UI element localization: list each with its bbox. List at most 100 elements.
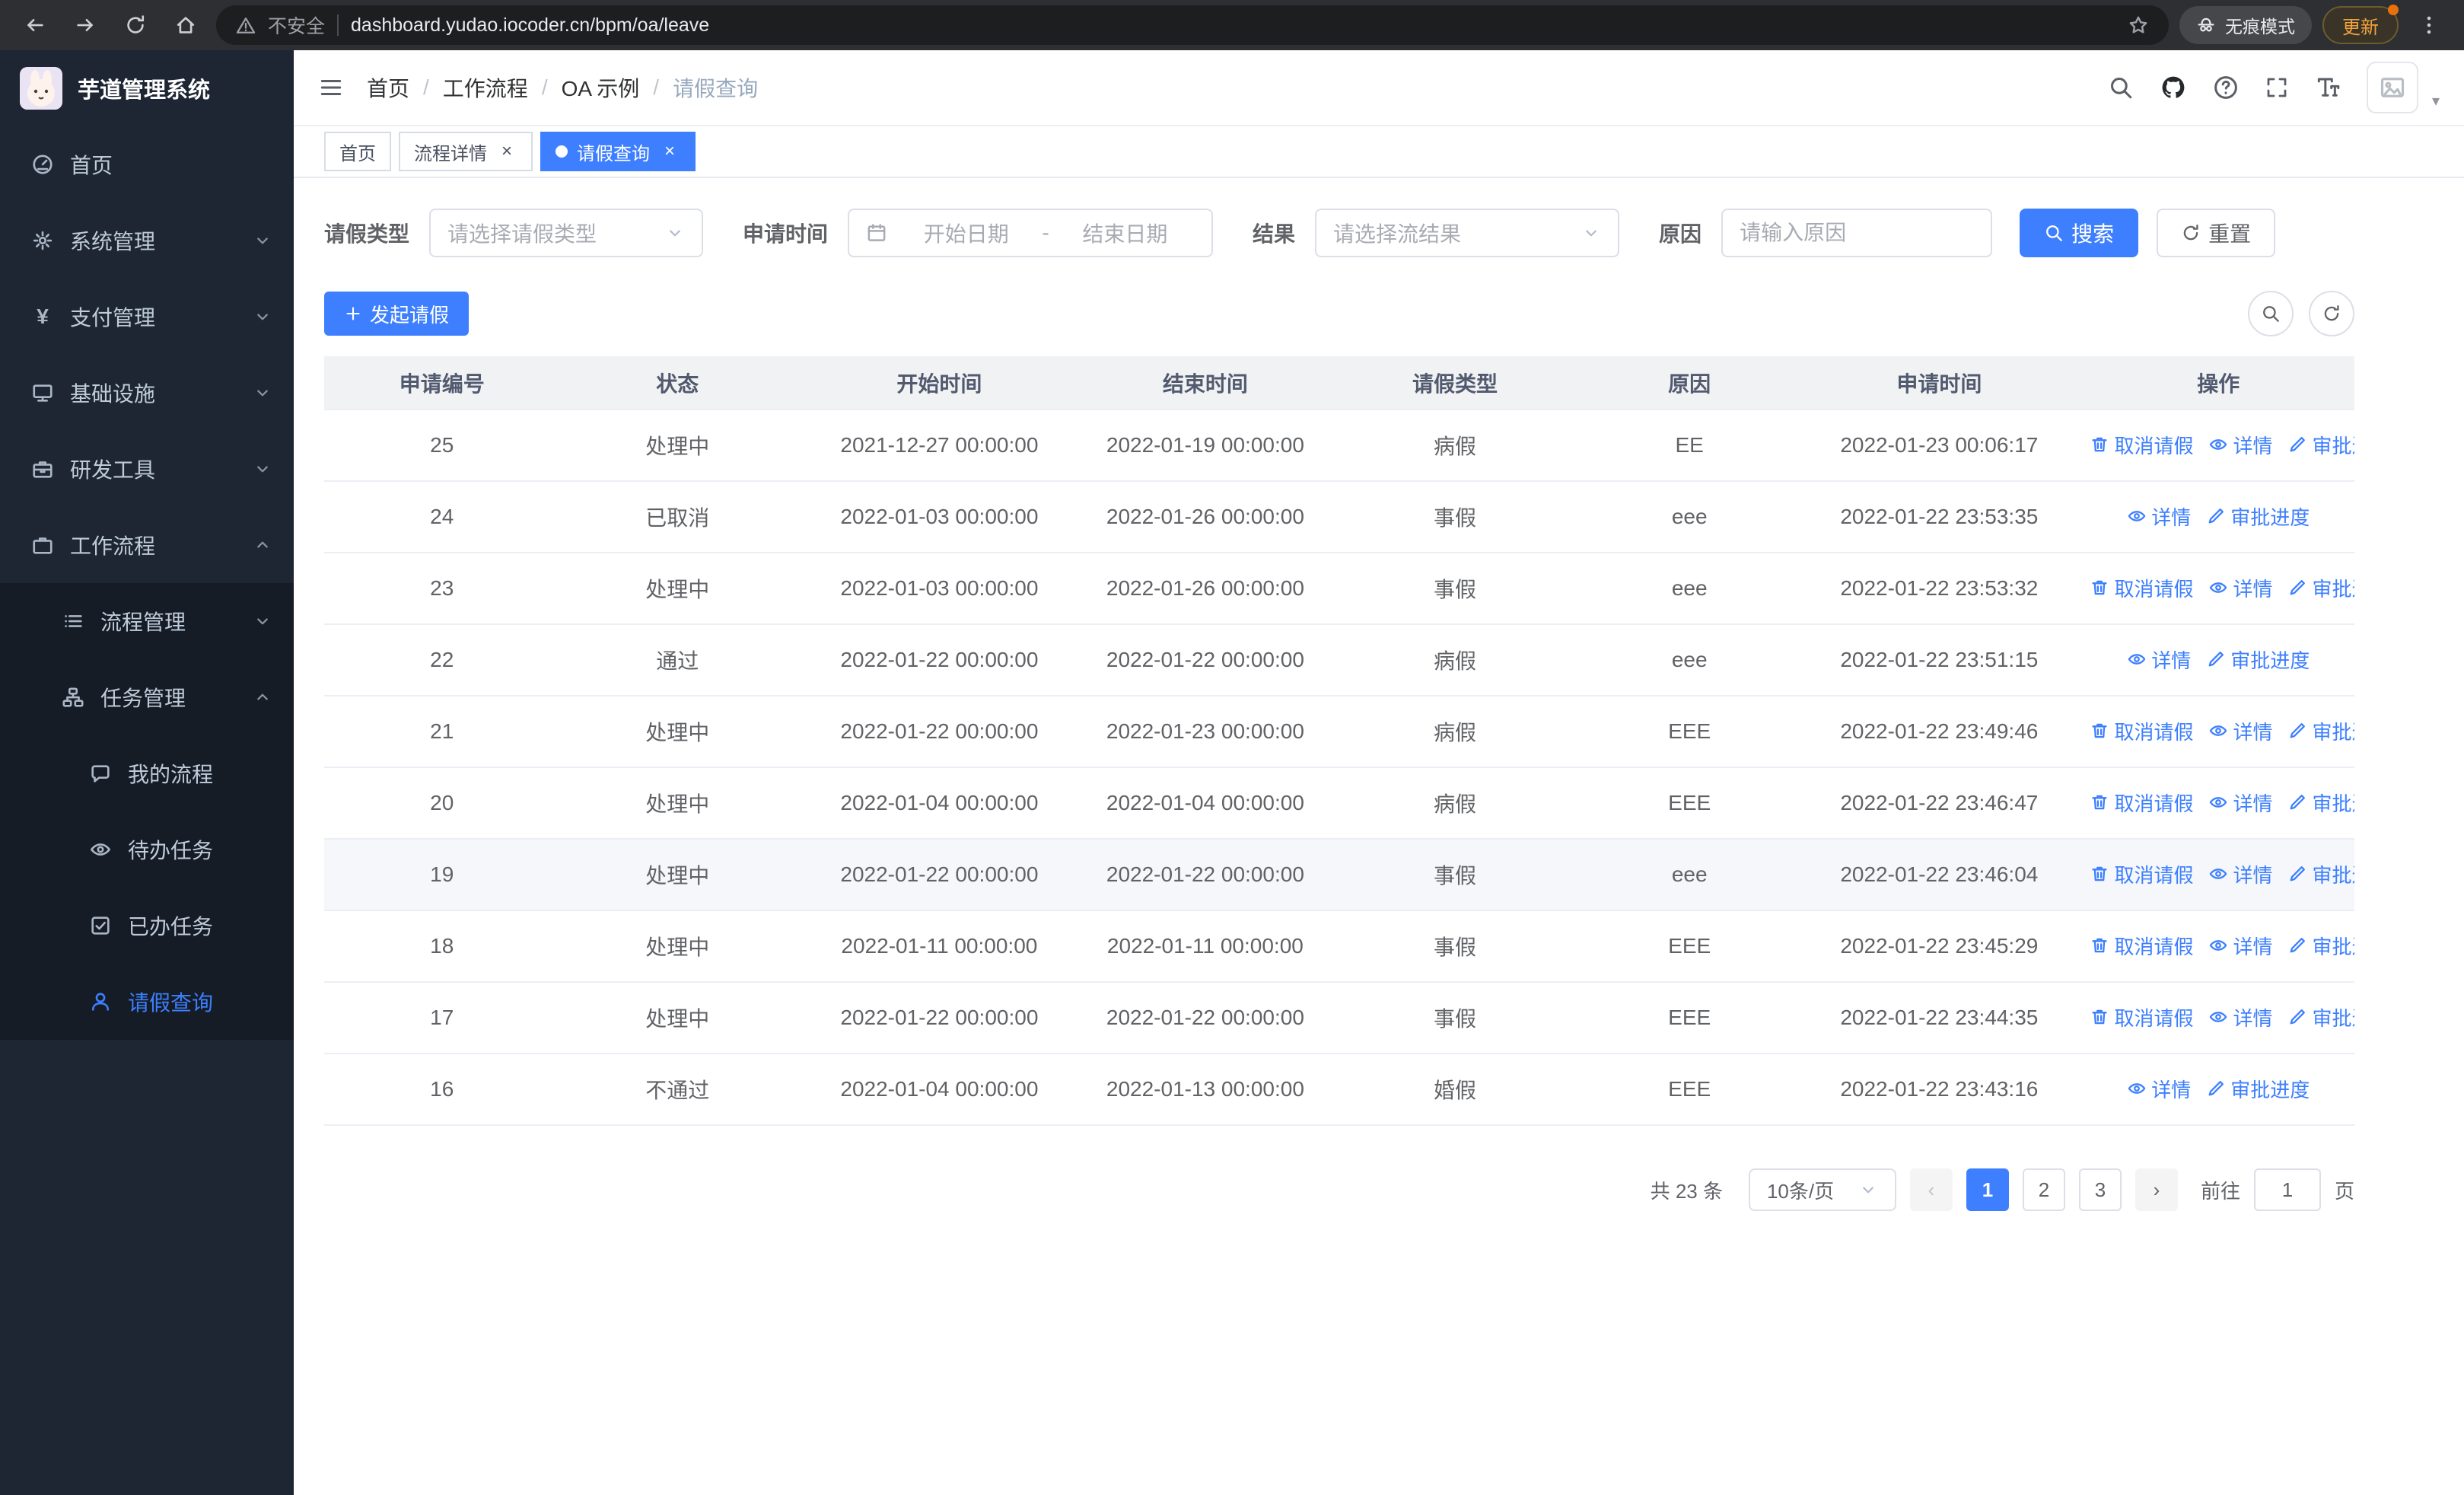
close-tab-icon[interactable]: × (659, 141, 680, 162)
action-detail-link[interactable]: 详情 (2208, 789, 2272, 817)
action-progress-link[interactable]: 审批进度 (2206, 1075, 2310, 1103)
breadcrumb: 首页 / 工作流程 / OA 示例 / 请假查询 (367, 72, 758, 103)
leave-type-select[interactable]: 请选择请假类型 (429, 209, 704, 257)
action-progress-link[interactable]: 审批进度 (2287, 717, 2354, 745)
sidebar-item-dev-tools[interactable]: 研发工具 (0, 431, 294, 507)
tab-process-detail[interactable]: 流程详情 × (399, 132, 533, 171)
browser-home-icon[interactable] (166, 5, 205, 45)
create-leave-button[interactable]: 发起请假 (324, 292, 470, 336)
page-1-button[interactable]: 1 (1966, 1168, 2009, 1211)
tab-home[interactable]: 首页 (324, 132, 391, 171)
sidebar-item-todo-tasks[interactable]: 待办任务 (0, 811, 294, 888)
chevron-down-icon (253, 231, 272, 250)
search-button[interactable]: 搜索 (2020, 209, 2139, 257)
cell-start_time: 2022-01-22 00:00:00 (794, 982, 1084, 1054)
action-progress-link[interactable]: 审批进度 (2287, 1003, 2354, 1031)
browser-back-icon[interactable] (15, 5, 55, 45)
action-detail-link[interactable]: 详情 (2208, 1003, 2272, 1031)
action-progress-link[interactable]: 审批进度 (2206, 645, 2310, 674)
cell-status: 处理中 (559, 839, 795, 911)
browser-forward-icon[interactable] (65, 5, 105, 45)
next-page-button[interactable]: › (2135, 1168, 2178, 1211)
tab-leave-query[interactable]: 请假查询 × (540, 132, 696, 171)
close-tab-icon[interactable]: × (496, 141, 517, 162)
refresh-table-button[interactable] (2309, 291, 2354, 336)
action-cancel-link[interactable]: 取消请假 (2090, 431, 2193, 459)
sidebar-item-done-tasks[interactable]: 已办任务 (0, 888, 294, 964)
apply-time-range-picker[interactable]: 开始日期 - 结束日期 (848, 209, 1214, 257)
breadcrumb-item[interactable]: 工作流程 (443, 72, 528, 103)
action-progress-link[interactable]: 审批进度 (2287, 789, 2354, 817)
sidebar-item-workflow[interactable]: 工作流程 (0, 507, 294, 583)
bookmark-star-icon[interactable] (2128, 14, 2149, 36)
action-cancel-link[interactable]: 取消请假 (2090, 1003, 2193, 1031)
sidebar-item-process-management[interactable]: 流程管理 (0, 583, 294, 659)
action-cancel-link[interactable]: 取消请假 (2090, 574, 2193, 602)
cell-reason: eee (1583, 553, 1797, 625)
sidebar-item-my-process[interactable]: 我的流程 (0, 735, 294, 811)
reason-input[interactable] (1721, 209, 1993, 257)
action-progress-link[interactable]: 审批进度 (2287, 932, 2354, 960)
page-3-button[interactable]: 3 (2078, 1168, 2122, 1211)
breadcrumb-item[interactable]: 首页 (367, 72, 409, 103)
page-2-button[interactable]: 2 (2022, 1168, 2065, 1211)
toggle-search-button[interactable] (2248, 291, 2294, 336)
browser-menu-icon[interactable] (2409, 5, 2449, 45)
page-size-select[interactable]: 10条/页 (1748, 1168, 1896, 1211)
cell-start_time: 2022-01-03 00:00:00 (794, 481, 1084, 553)
collapse-sidebar-icon[interactable] (318, 75, 344, 100)
sidebar-item-task-management[interactable]: 任务管理 (0, 659, 294, 735)
action-detail-link[interactable]: 详情 (2208, 932, 2272, 960)
cell-id: 18 (324, 910, 560, 983)
help-icon[interactable] (2213, 75, 2239, 100)
reset-button[interactable]: 重置 (2157, 209, 2276, 257)
action-cancel-link[interactable]: 取消请假 (2090, 860, 2193, 888)
action-detail-link[interactable]: 详情 (2127, 1075, 2191, 1103)
avatar[interactable] (2366, 62, 2418, 113)
fullscreen-icon[interactable] (2265, 75, 2289, 100)
font-size-icon[interactable] (2315, 75, 2341, 100)
column-header-actions: 操作 (2082, 356, 2354, 410)
sidebar-item-system[interactable]: 系统管理 (0, 202, 294, 279)
github-icon[interactable] (2160, 74, 2187, 101)
cell-id: 22 (324, 624, 560, 696)
prev-page-button[interactable]: ‹ (1909, 1168, 1953, 1211)
security-warning-icon (236, 15, 256, 35)
breadcrumb-item: 请假查询 (673, 77, 759, 100)
action-cancel-link[interactable]: 取消请假 (2090, 717, 2193, 745)
search-icon (2261, 304, 2281, 324)
search-icon[interactable] (2108, 75, 2134, 100)
cell-id: 21 (324, 696, 560, 768)
action-detail-link[interactable]: 详情 (2127, 502, 2191, 531)
action-cancel-link[interactable]: 取消请假 (2090, 789, 2193, 817)
action-detail-link[interactable]: 详情 (2208, 860, 2272, 888)
action-detail-link[interactable]: 详情 (2127, 645, 2191, 674)
cell-start_time: 2021-12-27 00:00:00 (794, 410, 1084, 482)
cell-status: 不通过 (559, 1054, 795, 1126)
trash-icon (2090, 435, 2109, 454)
action-progress-link[interactable]: 审批进度 (2206, 502, 2310, 531)
action-detail-link[interactable]: 详情 (2208, 574, 2272, 602)
result-select[interactable]: 请选择流结果 (1315, 209, 1620, 257)
cell-actions: 取消请假详情审批进度 (2082, 410, 2354, 482)
action-progress-link[interactable]: 审批进度 (2287, 574, 2354, 602)
url-text: dashboard.yudao.iocoder.cn/bpm/oa/leave (351, 14, 710, 36)
action-progress-link[interactable]: 审批进度 (2287, 860, 2354, 888)
user-icon (88, 990, 113, 1013)
sidebar-item-home[interactable]: 首页 (0, 126, 294, 202)
cell-status: 处理中 (559, 553, 795, 625)
sidebar-item-payment[interactable]: ¥ 支付管理 (0, 279, 294, 355)
action-cancel-link[interactable]: 取消请假 (2090, 932, 2193, 960)
browser-address-bar[interactable]: 不安全 dashboard.yudao.iocoder.cn/bpm/oa/le… (216, 5, 2169, 45)
chevron-down-icon[interactable]: ▾ (2432, 91, 2440, 113)
action-progress-link[interactable]: 审批进度 (2287, 431, 2354, 459)
breadcrumb-item[interactable]: OA 示例 (562, 72, 640, 103)
action-detail-link[interactable]: 详情 (2208, 431, 2272, 459)
browser-update-button[interactable]: 更新 (2322, 5, 2399, 44)
sidebar-item-infrastructure[interactable]: 基础设施 (0, 355, 294, 431)
action-detail-link[interactable]: 详情 (2208, 717, 2272, 745)
sidebar-item-leave-query[interactable]: 请假查询 (0, 964, 294, 1040)
browser-reload-icon[interactable] (116, 5, 155, 45)
goto-page-input[interactable] (2253, 1168, 2321, 1211)
sidebar-item-label: 系统管理 (70, 230, 156, 253)
